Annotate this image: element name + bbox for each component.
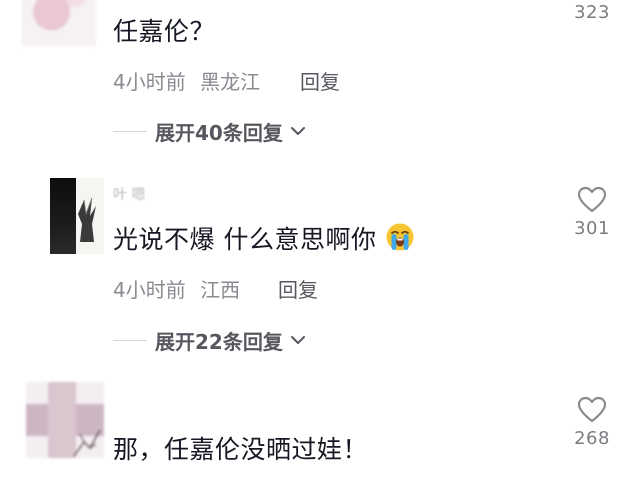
like-button[interactable]: 301	[564, 186, 620, 239]
chevron-down-icon	[290, 336, 305, 344]
comment-text: 任嘉伦？	[113, 17, 216, 46]
divider-line	[113, 339, 147, 341]
heart-icon	[577, 396, 607, 423]
comment-time: 4小时前	[113, 70, 186, 94]
like-count: 268	[574, 428, 610, 449]
reply-button[interactable]: 回复	[300, 66, 340, 95]
avatar[interactable]	[26, 382, 104, 458]
comment-text: 光说不爆 什么意思啊你	[113, 220, 415, 256]
like-button[interactable]: 323	[564, 0, 620, 23]
heart-icon	[577, 186, 607, 213]
like-count: 323	[574, 2, 610, 23]
reply-button[interactable]: 回复	[278, 274, 318, 303]
like-button[interactable]: 268	[564, 396, 620, 449]
comment-time: 4小时前	[113, 278, 186, 302]
divider-line	[113, 130, 147, 132]
comment-location: 黑龙江	[200, 70, 261, 94]
comment-location: 江西	[200, 278, 241, 302]
expand-replies-button[interactable]: 展开22条回复	[113, 327, 307, 354]
comment-meta: 4小时前 江西	[113, 274, 240, 303]
expand-replies-button[interactable]: 展开40条回复	[113, 118, 307, 145]
avatar[interactable]	[22, 0, 96, 46]
chevron-down-icon	[290, 127, 305, 135]
comment-meta: 4小时前 黑龙江	[113, 66, 260, 95]
like-count: 301	[574, 218, 610, 239]
expand-replies-label: 展开40条回复	[155, 120, 283, 145]
avatar[interactable]	[50, 178, 104, 254]
comment-username[interactable]: 叶 嗯	[113, 184, 145, 204]
expand-replies-label: 展开22条回复	[155, 329, 283, 354]
loudly-crying-face-icon	[386, 223, 414, 251]
comment-text: 那，任嘉伦没晒过娃！	[113, 435, 369, 464]
